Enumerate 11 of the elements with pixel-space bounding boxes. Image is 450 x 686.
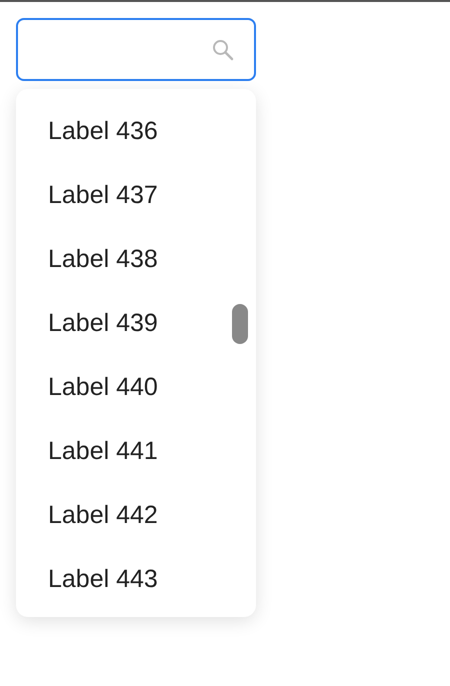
dropdown-option[interactable]: Label 443 [16, 547, 256, 611]
dropdown-option[interactable]: Label 440 [16, 355, 256, 419]
dropdown-option[interactable]: Label 436 [16, 99, 256, 163]
dropdown-option[interactable]: Label 441 [16, 419, 256, 483]
dropdown-option[interactable]: Label 442 [16, 483, 256, 547]
dropdown-option[interactable]: Label 439 [16, 291, 256, 355]
scrollbar-thumb[interactable] [232, 304, 248, 344]
search-field[interactable] [16, 18, 256, 81]
dropdown-option[interactable]: Label 438 [16, 227, 256, 291]
search-icon [212, 38, 234, 60]
dropdown-option[interactable]: Label 437 [16, 163, 256, 227]
